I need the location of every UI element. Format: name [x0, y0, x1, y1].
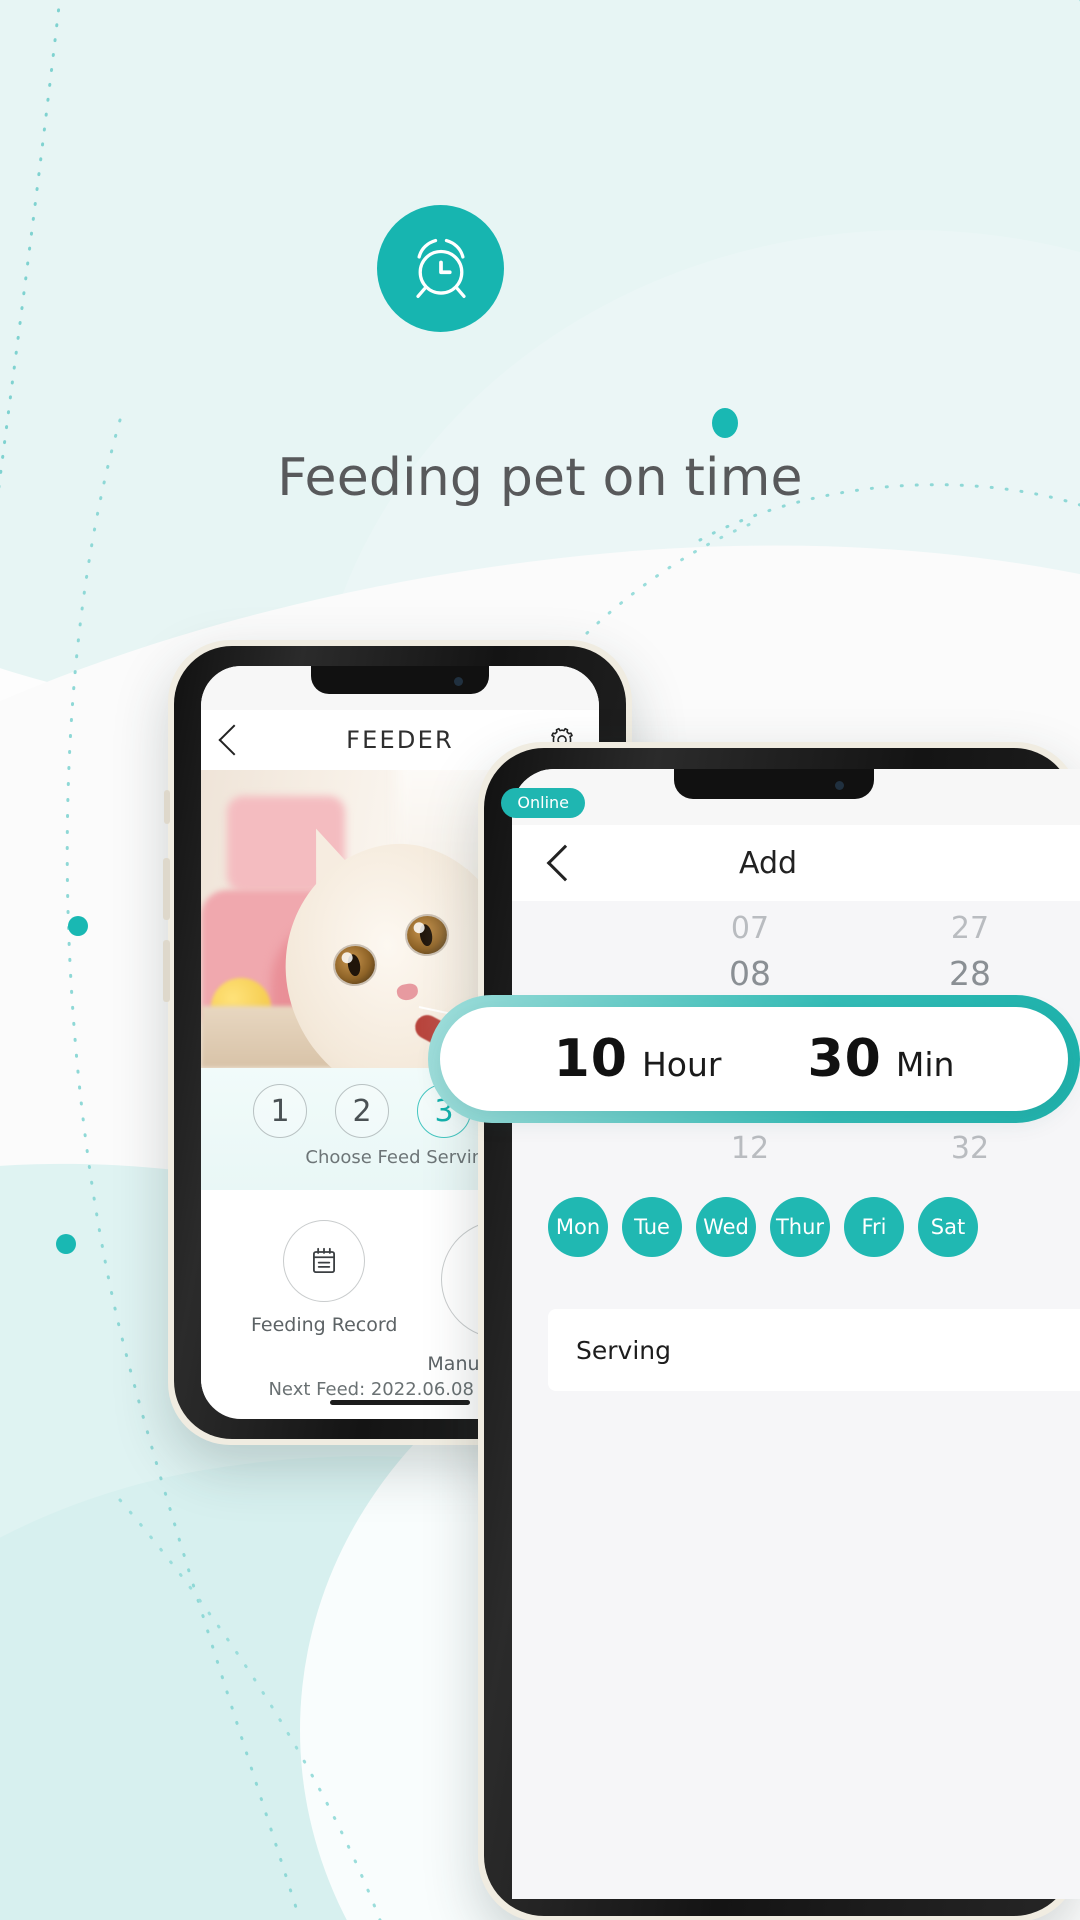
phone-mockup-add: Add 07 08 09 10 11 12 27 28 29	[478, 742, 1080, 1920]
wheel-item[interactable]: 07	[731, 907, 769, 951]
selected-minute-value: 30	[807, 1029, 882, 1089]
accent-dot-left-upper	[68, 916, 88, 936]
feeding-record-button[interactable]: Feeding Record	[251, 1220, 397, 1375]
hero-alarm-badge	[377, 205, 504, 332]
front-camera-icon	[454, 677, 463, 686]
front-camera-icon	[835, 781, 844, 790]
hour-unit-label: Hour	[641, 1045, 722, 1084]
alarm-clock-icon	[415, 238, 466, 298]
add-appbar: Add	[512, 825, 1080, 901]
phone-volume-down-button	[163, 940, 170, 1002]
serving-option-1[interactable]: 1	[253, 1084, 307, 1138]
wheel-item[interactable]: 08	[729, 951, 771, 995]
calendar-record-icon	[283, 1220, 366, 1302]
day-pill-mon[interactable]: Mon	[548, 1197, 608, 1257]
serving-row-label: Serving	[576, 1335, 671, 1365]
wheel-item[interactable]: 12	[731, 1127, 769, 1171]
promo-screenshot: Feeding pet on time FEEDER Online 1 2 3 …	[0, 0, 1080, 1920]
phone-notch	[311, 666, 489, 694]
callout-body: 10 Hour 30 Min	[440, 1007, 1068, 1111]
wheel-item[interactable]: 32	[951, 1127, 989, 1171]
add-schedule-screen: Add 07 08 09 10 11 12 27 28 29	[512, 769, 1080, 1899]
selected-hour-value: 10	[553, 1029, 628, 1089]
repeat-days-row: Mon Tue Wed Thur Fri Sat	[512, 1171, 1080, 1279]
minute-unit-label: Min	[895, 1045, 955, 1084]
phone-mute-button	[164, 790, 170, 824]
phone-volume-up-button	[163, 858, 170, 920]
page-title: Feeding pet on time	[277, 448, 803, 508]
home-indicator	[330, 1400, 470, 1405]
serving-row[interactable]: Serving	[548, 1309, 1080, 1391]
status-badge: Online	[501, 788, 585, 818]
minute-group: 30 Min	[807, 1029, 954, 1089]
day-pill-fri[interactable]: Fri	[844, 1197, 904, 1257]
wheel-item[interactable]: 27	[951, 907, 989, 951]
phone-notch	[674, 769, 874, 799]
hour-group: 10 Hour	[554, 1029, 722, 1089]
day-pill-sat[interactable]: Sat	[918, 1197, 978, 1257]
day-pill-tue[interactable]: Tue	[622, 1197, 682, 1257]
serving-option-2[interactable]: 2	[335, 1084, 389, 1138]
add-title: Add	[738, 845, 798, 881]
accent-dot-left-lower	[56, 1234, 76, 1254]
selected-time-callout: 10 Hour 30 Min	[428, 995, 1080, 1123]
day-pill-wed[interactable]: Wed	[696, 1197, 756, 1257]
day-pill-thur[interactable]: Thur	[770, 1197, 830, 1257]
accent-dot-right	[712, 408, 738, 438]
wheel-item[interactable]: 28	[949, 951, 991, 995]
feeding-record-label: Feeding Record	[251, 1314, 398, 1336]
